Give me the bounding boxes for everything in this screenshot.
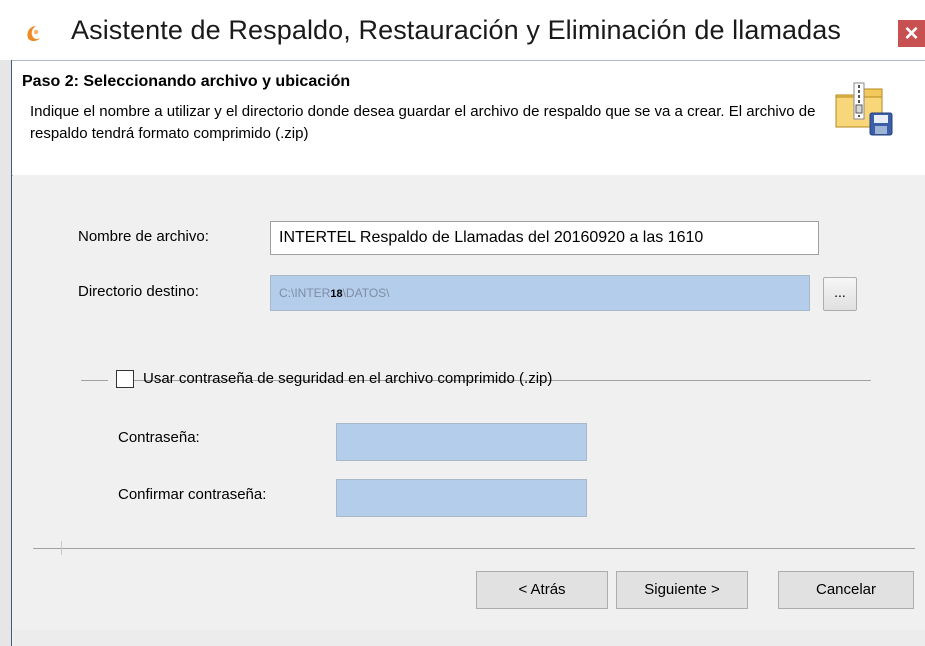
password-label: Contraseña: bbox=[118, 429, 200, 446]
window-bottom-strip bbox=[13, 630, 925, 646]
directory-value-bold: 18 bbox=[330, 288, 343, 300]
confirm-password-field[interactable] bbox=[336, 479, 587, 517]
wizard-content: Nombre de archivo: INTERTEL Respaldo de … bbox=[13, 175, 925, 646]
window-title: Asistente de Respaldo, Restauración y El… bbox=[71, 15, 842, 45]
separator-tick bbox=[61, 541, 62, 555]
back-button[interactable]: < Atrás bbox=[476, 571, 608, 609]
password-checkbox-label[interactable]: Usar contraseña de seguridad en el archi… bbox=[143, 370, 552, 387]
window-left-frame bbox=[0, 60, 12, 646]
next-button[interactable]: Siguiente > bbox=[616, 571, 748, 609]
directory-value-prefix: C:\INTER bbox=[279, 286, 331, 300]
confirm-password-label: Confirmar contraseña: bbox=[118, 486, 267, 503]
filename-label: Nombre de archivo: bbox=[78, 228, 209, 245]
orange-swirl-icon bbox=[24, 23, 44, 43]
directory-label: Directorio destino: bbox=[78, 283, 199, 300]
wizard-window: Asistente de Respaldo, Restauración y El… bbox=[0, 0, 925, 646]
password-option[interactable]: Usar contraseña de seguridad en el archi… bbox=[108, 368, 552, 392]
step-description: Indique el nombre a utilizar y el direct… bbox=[30, 103, 816, 142]
wizard-header: Paso 2: Seleccionando archivo y ubicació… bbox=[12, 60, 925, 176]
zip-folder-save-icon bbox=[832, 81, 894, 141]
directory-value-suffix: \DATOS\ bbox=[342, 286, 390, 300]
directory-field[interactable]: C:\INTER18\DATOS\ bbox=[270, 275, 810, 311]
filename-input[interactable]: INTERTEL Respaldo de Llamadas del 201609… bbox=[270, 221, 819, 255]
title-bar: Asistente de Respaldo, Restauración y El… bbox=[0, 0, 925, 60]
close-button[interactable]: × bbox=[898, 20, 925, 47]
step-title: Paso 2: Seleccionando archivo y ubicació… bbox=[22, 73, 351, 90]
browse-button[interactable]: ... bbox=[823, 277, 857, 311]
password-checkbox[interactable] bbox=[116, 370, 134, 388]
footer-separator bbox=[33, 548, 915, 549]
cancel-button[interactable]: Cancelar bbox=[778, 571, 914, 609]
password-field[interactable] bbox=[336, 423, 587, 461]
